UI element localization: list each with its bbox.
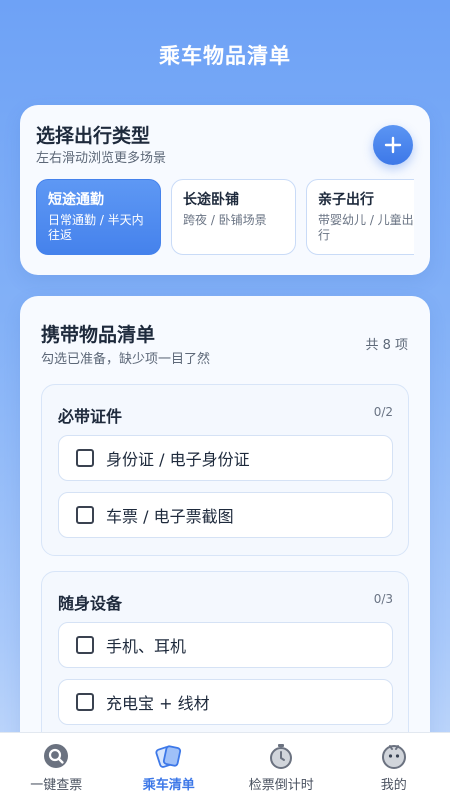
checkbox[interactable] bbox=[76, 506, 94, 524]
section-progress: 0/3 bbox=[373, 592, 393, 606]
tab-profile[interactable]: 我的 bbox=[338, 733, 450, 800]
page-title: 乘车物品清单 bbox=[159, 44, 291, 68]
scene-desc: 日常通勤 / 半天内往返 bbox=[48, 213, 144, 242]
section-progress: 0/2 bbox=[373, 405, 393, 419]
tab-ticket-search[interactable]: 一键查票 bbox=[0, 733, 113, 800]
checklist-total-count: 共 8 项 bbox=[365, 338, 408, 353]
tab-label: 一键查票 bbox=[30, 778, 83, 793]
checklist-subtitle: 勾选已准备，缺少项一目了然 bbox=[41, 352, 211, 367]
tab-label: 乘车清单 bbox=[142, 778, 195, 793]
scene-desc: 带婴幼儿 / 儿童出行 bbox=[318, 213, 414, 242]
item-label: 手机、耳机 bbox=[106, 637, 187, 656]
trip-type-card: 选择出行类型 左右滑动浏览更多场景 短途通勤 日常通勤 / 半天内往返 长途卧铺… bbox=[20, 105, 430, 275]
tab-label: 检票倒计时 bbox=[248, 778, 314, 793]
scene-title: 短途通勤 bbox=[48, 192, 104, 208]
app-header: 乘车物品清单 bbox=[0, 0, 450, 110]
checkbox[interactable] bbox=[76, 636, 94, 654]
scene-card-family[interactable]: 亲子出行 带婴幼儿 / 儿童出行 bbox=[306, 179, 414, 255]
checkbox[interactable] bbox=[76, 449, 94, 467]
section-title: 必带证件 bbox=[58, 407, 123, 426]
search-icon bbox=[41, 741, 71, 771]
checklist-item[interactable]: 充电宝 + 线材 bbox=[58, 679, 393, 725]
scene-card-commute[interactable]: 短途通勤 日常通勤 / 半天内往返 bbox=[36, 179, 161, 255]
item-label: 充电宝 + 线材 bbox=[106, 694, 210, 713]
tab-boarding-countdown[interactable]: 检票倒计时 bbox=[225, 733, 338, 800]
item-label: 身份证 / 电子身份证 bbox=[106, 450, 250, 469]
tab-checklist[interactable]: 乘车清单 bbox=[113, 733, 226, 800]
scene-card-sleeper[interactable]: 长途卧铺 跨夜 / 卧铺场景 bbox=[171, 179, 296, 255]
item-label: 车票 / 电子票截图 bbox=[106, 507, 234, 526]
section-title: 随身设备 bbox=[58, 594, 123, 613]
scene-title: 长途卧铺 bbox=[183, 192, 239, 208]
tickets-icon bbox=[154, 741, 184, 771]
tab-label: 我的 bbox=[380, 778, 407, 793]
checklist-item[interactable]: 身份证 / 电子身份证 bbox=[58, 435, 393, 481]
profile-face-icon bbox=[379, 741, 409, 771]
checklist-card: 携带物品清单 勾选已准备，缺少项一目了然 共 8 项 必带证件 0/2 身份证 … bbox=[20, 296, 430, 771]
scene-carousel[interactable]: 短途通勤 日常通勤 / 半天内往返 长途卧铺 跨夜 / 卧铺场景 亲子出行 带婴… bbox=[36, 179, 414, 257]
scene-title: 亲子出行 bbox=[318, 192, 374, 208]
checklist-item[interactable]: 车票 / 电子票截图 bbox=[58, 492, 393, 538]
trip-type-title: 选择出行类型 bbox=[36, 125, 151, 147]
plus-icon bbox=[384, 136, 402, 154]
scene-desc: 跨夜 / 卧铺场景 bbox=[183, 213, 267, 227]
section-documents: 必带证件 0/2 身份证 / 电子身份证 车票 / 电子票截图 bbox=[41, 384, 409, 556]
timer-icon bbox=[266, 741, 296, 771]
checklist-item[interactable]: 手机、耳机 bbox=[58, 622, 393, 668]
checkbox[interactable] bbox=[76, 693, 94, 711]
add-scene-button[interactable] bbox=[373, 125, 413, 165]
trip-type-subtitle: 左右滑动浏览更多场景 bbox=[36, 151, 167, 166]
checklist-title: 携带物品清单 bbox=[41, 324, 156, 346]
bottom-tab-bar: 一键查票 乘车清单 检票倒计时 我的 bbox=[0, 732, 450, 800]
